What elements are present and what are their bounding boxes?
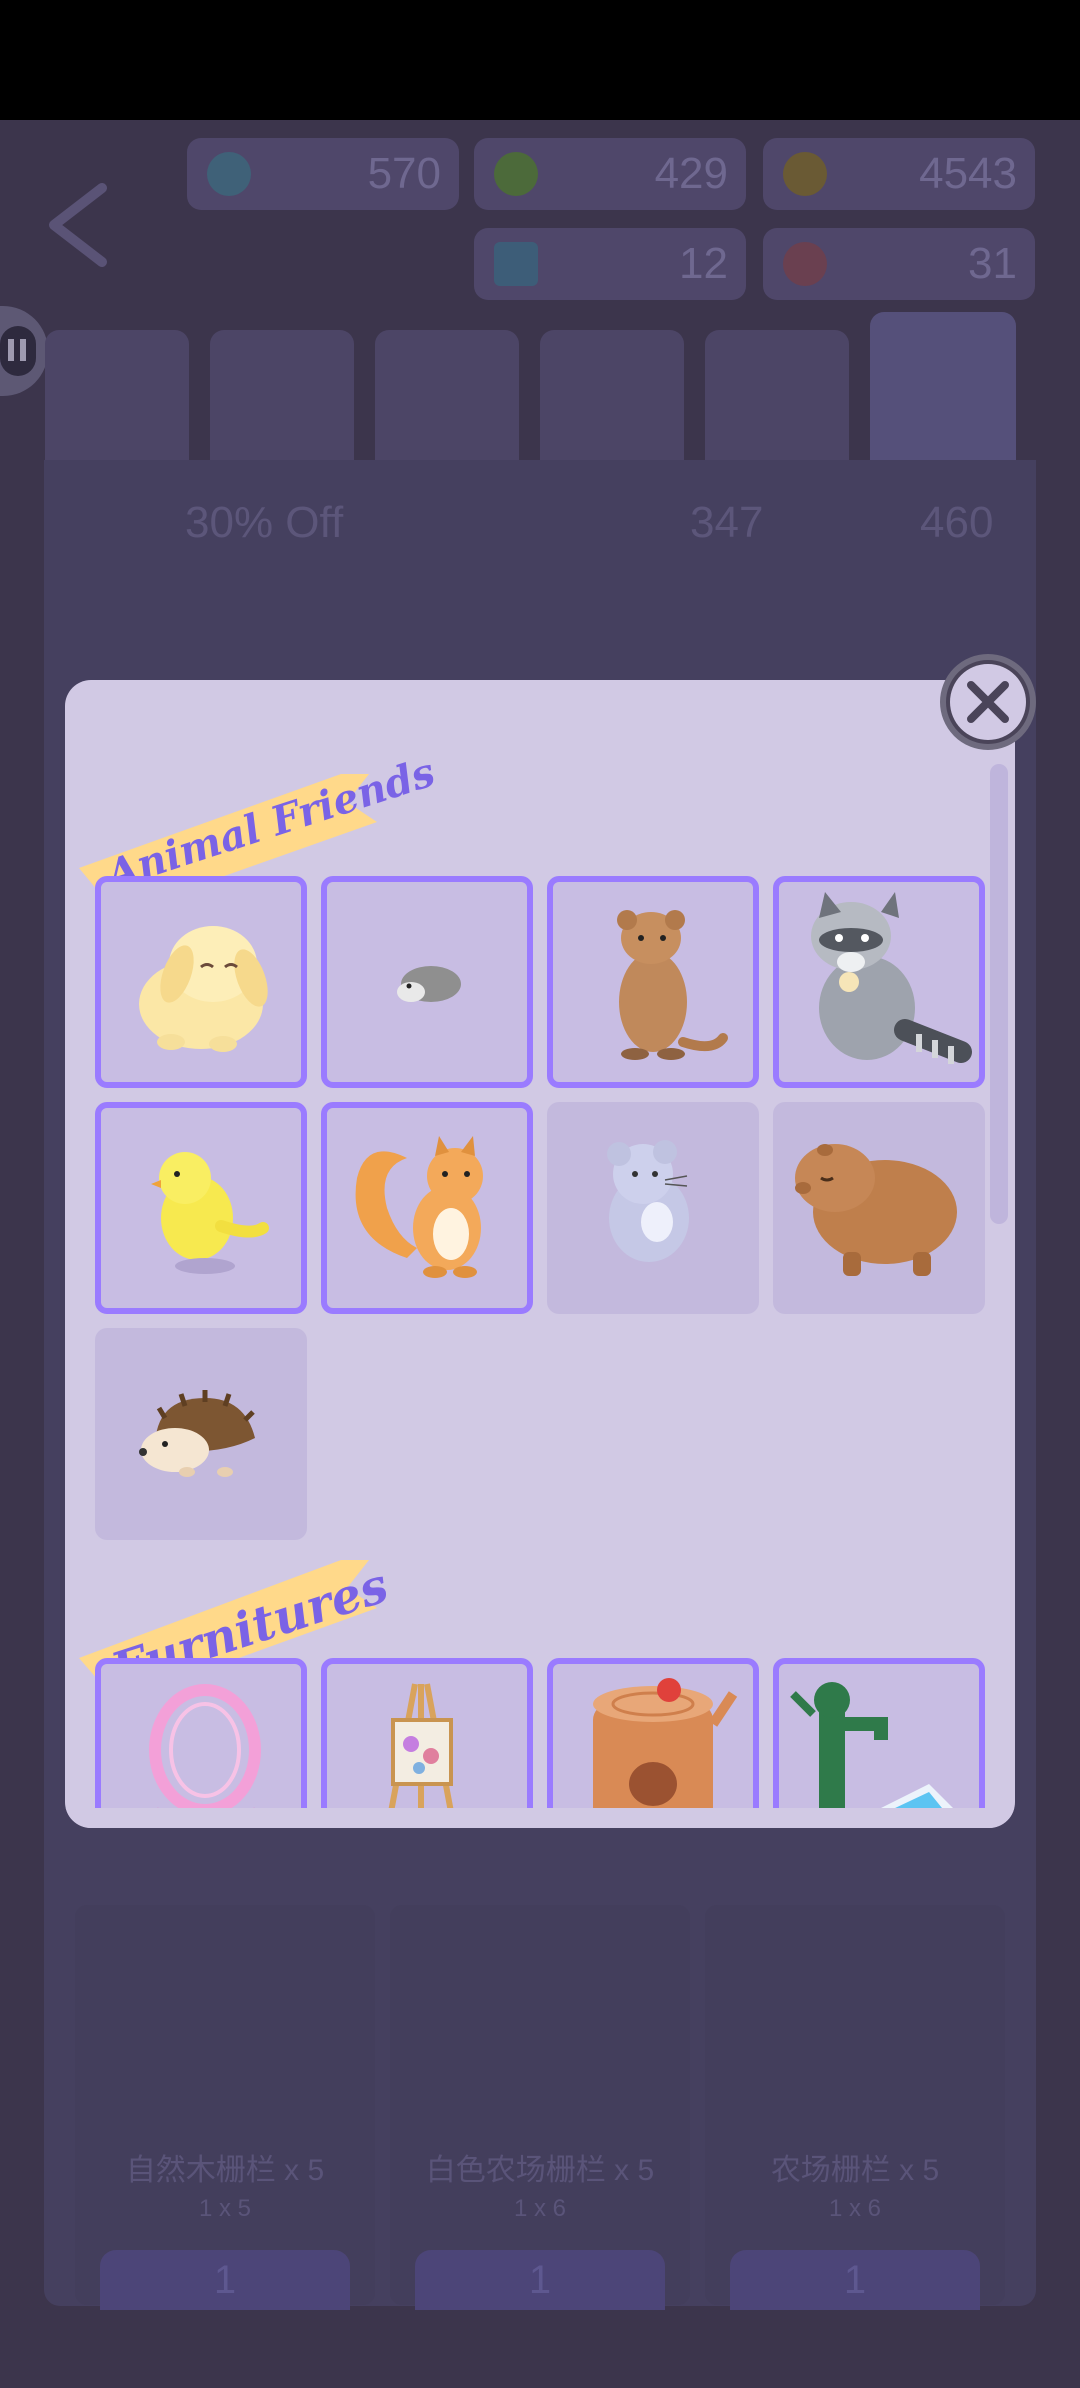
tab-tags[interactable] xyxy=(45,330,189,460)
quokka-icon xyxy=(617,910,728,1060)
tab-tools[interactable] xyxy=(540,330,684,460)
item-slot[interactable] xyxy=(95,1328,307,1540)
shop-item-name: 自然木栅栏 x 5 xyxy=(125,2154,325,2187)
ticket-icon xyxy=(494,242,538,286)
capybara-icon xyxy=(795,1144,957,1276)
currency-value: 31 xyxy=(968,239,1017,288)
currency-pill: 570 xyxy=(187,138,459,210)
currency-value: 4543 xyxy=(919,149,1017,198)
currency-pill: 31 xyxy=(763,228,1035,300)
item-slot[interactable] xyxy=(321,1102,533,1314)
tree-stump-icon xyxy=(593,1678,738,1828)
item-slot[interactable] xyxy=(321,1658,533,1828)
shop-item-price[interactable]: 1 xyxy=(100,2250,350,2310)
currency-pill: 4543 xyxy=(763,138,1035,210)
tab-tickets[interactable] xyxy=(870,312,1016,460)
ticket-count: 460 xyxy=(920,498,994,547)
squirrel-icon xyxy=(355,1136,483,1278)
item-slot[interactable] xyxy=(547,1658,759,1828)
item-slot[interactable] xyxy=(95,1102,307,1314)
badge-icon xyxy=(783,242,827,286)
shop-item-name: 农场栅栏 x 5 xyxy=(770,2154,940,2187)
gem-icon xyxy=(207,152,251,196)
item-slot[interactable] xyxy=(773,1102,985,1314)
dialog-bottom-edge xyxy=(65,1808,1015,1828)
item-slot[interactable] xyxy=(95,876,307,1088)
tab-bag[interactable] xyxy=(210,330,354,460)
chinchilla-icon xyxy=(607,1140,689,1262)
sale-label: 30% Off xyxy=(185,498,344,547)
shop-item-card[interactable]: 白色农场栅栏 x 5 1 x 6 1 xyxy=(390,1905,690,2310)
collection-dialog: Animal Friends Furnitures xyxy=(65,680,1015,1828)
candy-count: 347 xyxy=(690,498,764,547)
coin-icon xyxy=(783,152,827,196)
item-slot[interactable] xyxy=(95,1658,307,1828)
chick-icon xyxy=(151,1152,269,1274)
water-pump-icon xyxy=(790,1682,969,1828)
scrollbar[interactable] xyxy=(990,764,1008,1224)
shop-item-price[interactable]: 1 xyxy=(730,2250,980,2310)
item-slot[interactable] xyxy=(547,876,759,1088)
easel-icon xyxy=(384,1683,458,1828)
shop-item-card[interactable]: 农场栅栏 x 5 1 x 6 1 xyxy=(705,1905,1005,2310)
currency-value: 570 xyxy=(367,149,441,198)
status-bar xyxy=(0,0,1080,120)
shop-item-price[interactable]: 1 xyxy=(415,2250,665,2310)
currency-value: 12 xyxy=(679,239,728,288)
bunny-icon xyxy=(139,926,268,1052)
shop-item-qty: 1 x 5 xyxy=(198,2195,252,2222)
back-icon[interactable] xyxy=(40,180,120,270)
shop-item-qty: 1 x 6 xyxy=(513,2195,567,2222)
item-slot[interactable] xyxy=(773,1658,985,1828)
item-slot[interactable] xyxy=(773,876,985,1088)
close-icon xyxy=(950,664,1026,740)
tab-shop[interactable] xyxy=(705,330,849,460)
item-slot[interactable] xyxy=(547,1102,759,1314)
tab-furniture[interactable] xyxy=(375,330,519,460)
hamster-wheel-icon xyxy=(140,1684,272,1828)
hamster-icon xyxy=(397,966,461,1002)
item-slot[interactable] xyxy=(321,876,533,1088)
clover-icon xyxy=(494,152,538,196)
hedgehog-icon xyxy=(139,1390,255,1477)
shop-item-card[interactable]: 自然木栅栏 x 5 1 x 5 1 xyxy=(75,1905,375,2310)
currency-pill: 12 xyxy=(474,228,746,300)
shop-item-qty: 1 x 6 xyxy=(828,2195,882,2222)
currency-pill: 429 xyxy=(474,138,746,210)
shop-item-name: 白色农场栅栏 x 5 xyxy=(425,2154,655,2187)
raccoon-icon xyxy=(811,892,972,1064)
currency-value: 429 xyxy=(654,149,728,198)
close-button[interactable] xyxy=(940,654,1036,750)
